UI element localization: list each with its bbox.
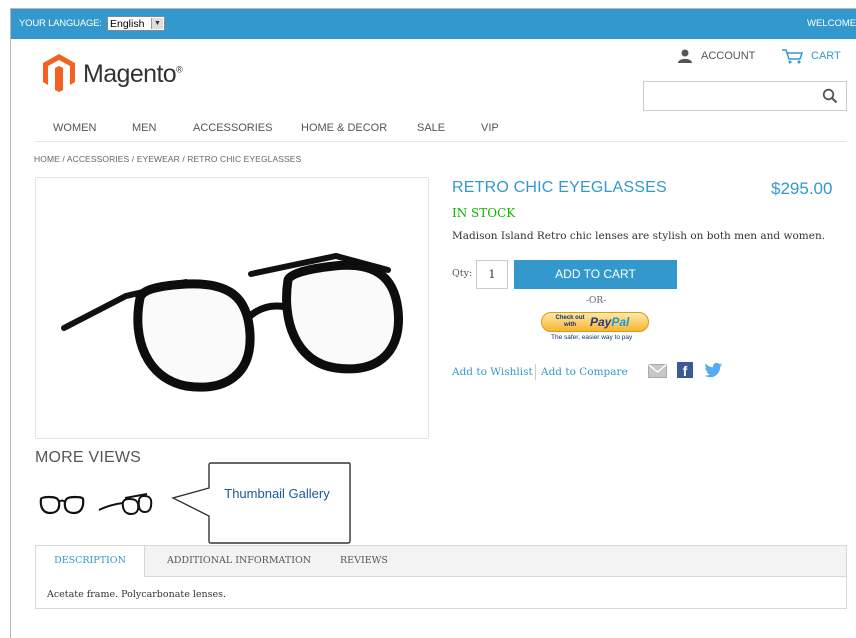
twitter-icon[interactable]	[705, 362, 723, 378]
tab-content: Acetate frame. Polycarbonate lenses.	[47, 589, 227, 600]
nav-item-women[interactable]: WOMEN	[53, 122, 96, 134]
qty-label: Qty:	[452, 268, 473, 279]
tab-strip: DESCRIPTION ADDITIONAL INFORMATION REVIE…	[36, 546, 846, 577]
main-nav: WOMEN MEN ACCESSORIES HOME & DECOR SALE …	[35, 121, 847, 142]
paypal-tagline: The safer, easier way to pay	[551, 334, 633, 341]
brand-name: Magento®	[83, 60, 183, 88]
facebook-icon[interactable]: f	[677, 362, 693, 379]
or-separator: -OR-	[586, 296, 607, 306]
thumbnail-front[interactable]	[37, 493, 87, 517]
paypal-logo: PayPal	[590, 315, 630, 329]
add-to-compare-link[interactable]: Add to Compare	[541, 366, 628, 378]
nav-item-home-decor[interactable]: HOME & DECOR	[301, 122, 387, 134]
product-short-description: Madison Island Retro chic lenses are sty…	[452, 230, 826, 242]
language-select[interactable]: English ▼	[107, 16, 165, 31]
product-main-image	[35, 177, 429, 439]
language-label: YOUR LANGUAGE:	[19, 18, 102, 29]
tab-additional-information[interactable]: ADDITIONAL INFORMATION	[167, 546, 311, 576]
eyeglasses-image	[61, 252, 403, 392]
nav-item-men[interactable]: MEN	[132, 122, 156, 134]
paypal-checkout-button[interactable]: Check out with PayPal	[541, 312, 649, 332]
magento-logo-icon	[43, 54, 75, 92]
add-to-wishlist-link[interactable]: Add to Wishlist	[452, 366, 533, 378]
language-value: English	[110, 18, 145, 30]
search-input[interactable]	[643, 81, 847, 111]
thumbnail-side[interactable]	[97, 490, 153, 518]
add-to-cart-button[interactable]: ADD TO CART	[514, 260, 677, 289]
callout-bubble	[171, 462, 351, 544]
magento-logo[interactable]: Magento®	[41, 52, 211, 94]
more-views-heading: MORE VIEWS	[35, 449, 142, 466]
top-bar: YOUR LANGUAGE: English ▼ WELCOME	[11, 9, 856, 39]
page-frame: YOUR LANGUAGE: English ▼ WELCOME Magento…	[10, 8, 856, 638]
welcome-message: WELCOME	[807, 18, 856, 29]
user-icon	[678, 49, 692, 63]
qty-input[interactable]: 1	[476, 260, 508, 289]
tab-description[interactable]: DESCRIPTION	[36, 546, 145, 577]
nav-item-vip[interactable]: VIP	[481, 122, 499, 134]
cart-icon	[782, 49, 804, 64]
paypal-checkout-label: Check out with	[555, 315, 585, 328]
nav-item-accessories[interactable]: ACCESSORIES	[193, 122, 272, 134]
email-icon[interactable]	[648, 364, 667, 378]
chevron-down-icon[interactable]: ▼	[151, 18, 163, 29]
account-label: ACCOUNT	[701, 50, 756, 62]
link-divider	[535, 364, 536, 380]
breadcrumb[interactable]: HOME / ACCESSORIES / EYEWEAR / RETRO CHI…	[34, 154, 301, 164]
tab-reviews[interactable]: REVIEWS	[340, 546, 388, 576]
stock-status: IN STOCK	[452, 206, 516, 220]
product-title: RETRO CHIC EYEGLASSES	[452, 179, 667, 196]
callout-text: Thumbnail Gallery	[224, 486, 330, 501]
search-icon[interactable]	[822, 88, 838, 104]
nav-item-sale[interactable]: SALE	[417, 122, 445, 134]
product-tabs: DESCRIPTION ADDITIONAL INFORMATION REVIE…	[35, 545, 847, 609]
cart-label: CART	[811, 50, 841, 62]
product-price: $295.00	[771, 179, 833, 198]
